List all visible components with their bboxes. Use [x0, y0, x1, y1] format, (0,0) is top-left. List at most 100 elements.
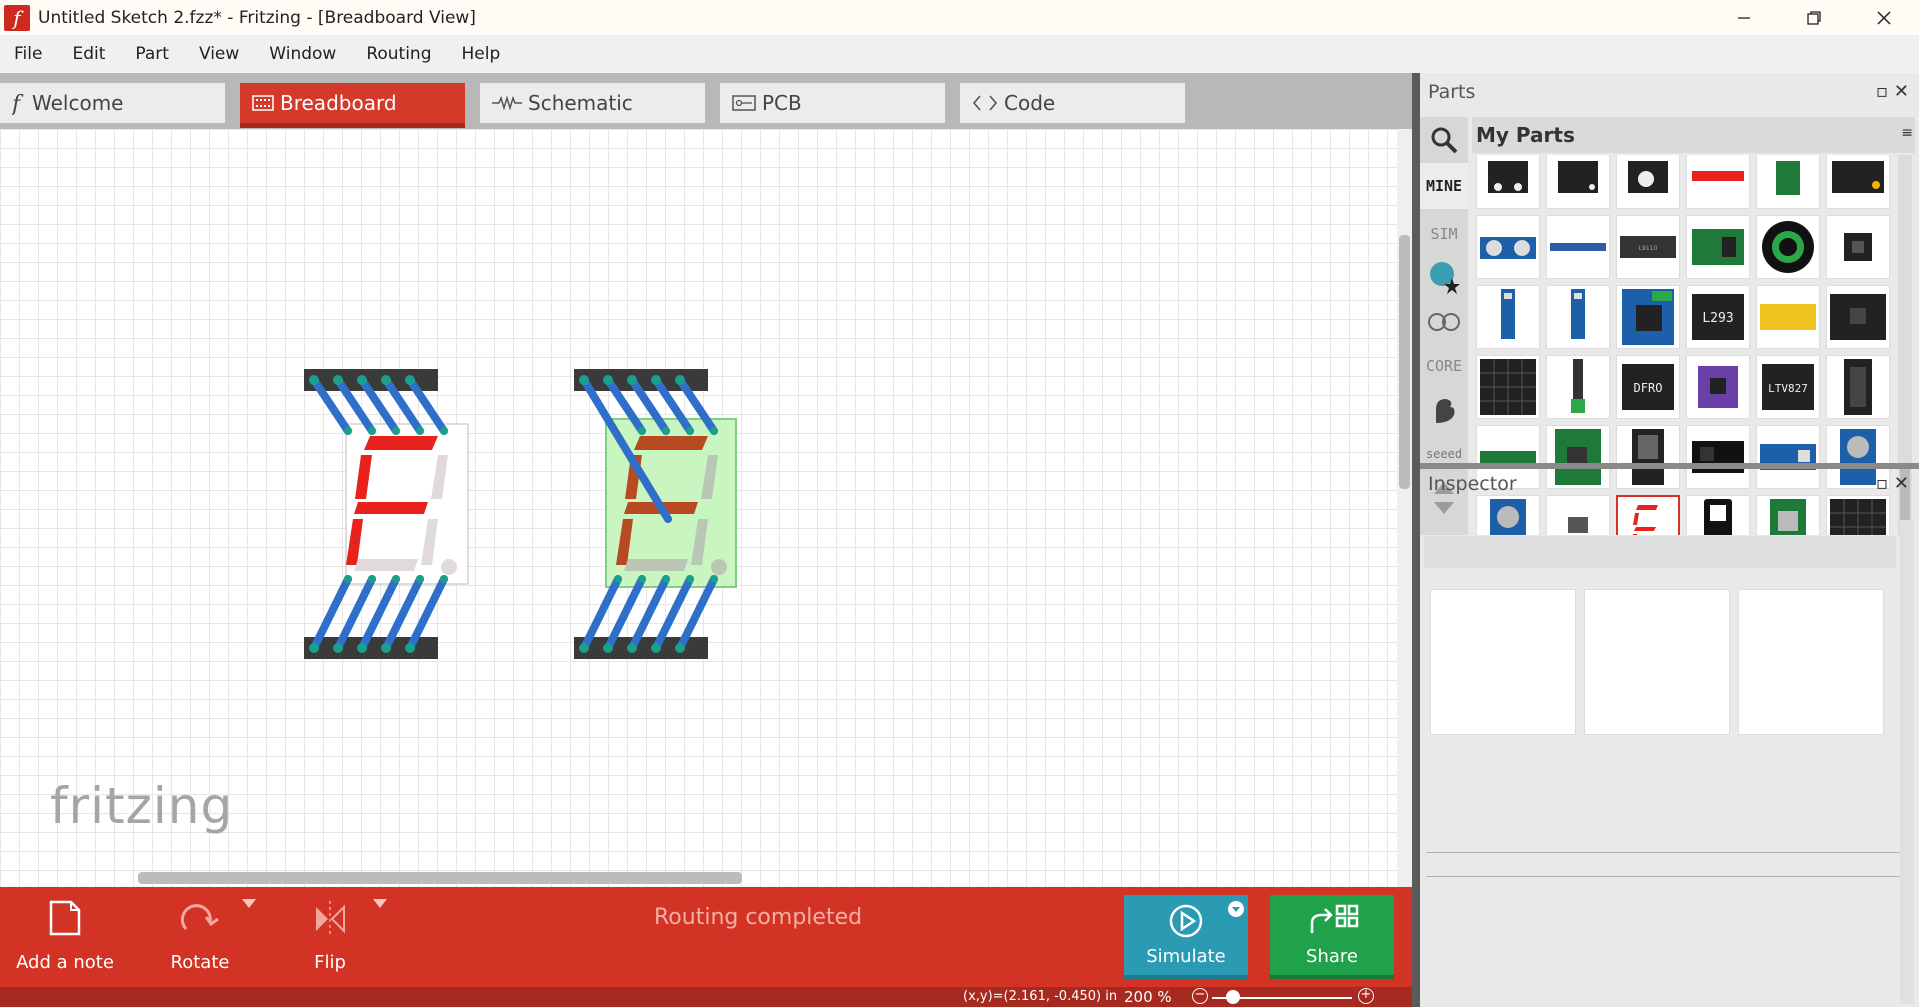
part-tile[interactable]: [1686, 495, 1750, 535]
tab-schematic[interactable]: Schematic: [480, 83, 705, 123]
tab-code[interactable]: Code: [960, 83, 1185, 123]
inspector-divider: [1426, 852, 1904, 853]
menu-help[interactable]: Help: [448, 44, 517, 64]
part-tile[interactable]: [1546, 495, 1610, 535]
part-tile[interactable]: [1476, 155, 1540, 209]
bin-menu-icon[interactable]: ≡: [1901, 125, 1913, 141]
tab-welcome-label: Welcome: [32, 91, 124, 115]
play-circle-icon: [1169, 904, 1203, 938]
bin-tab-mine[interactable]: MINE: [1420, 163, 1468, 209]
tab-breadboard[interactable]: Breadboard: [240, 83, 465, 128]
bin-tab-arduino[interactable]: [1420, 299, 1468, 345]
simulate-label: Simulate: [1146, 946, 1226, 967]
close-icon[interactable]: ✕: [1894, 473, 1909, 494]
part-tile[interactable]: [1616, 155, 1680, 209]
rotate-button[interactable]: Rotate: [150, 887, 250, 987]
svg-text:f: f: [12, 92, 24, 115]
tab-pcb[interactable]: PCB: [720, 83, 945, 123]
breadboard-canvas[interactable]: fritzing: [0, 129, 1397, 887]
part-tile[interactable]: LTV827: [1756, 355, 1820, 419]
tab-welcome[interactable]: f Welcome: [0, 83, 225, 123]
part-tile[interactable]: [1616, 285, 1680, 349]
close-icon[interactable]: ✕: [1894, 81, 1909, 102]
part-tile[interactable]: DFRO: [1616, 355, 1680, 419]
part-tile[interactable]: L9110: [1616, 215, 1680, 279]
seven-segment-display-1[interactable]: [300, 369, 480, 679]
part-tile[interactable]: [1686, 215, 1750, 279]
part-tile[interactable]: [1546, 355, 1610, 419]
part-tile[interactable]: [1826, 215, 1890, 279]
zoom-slider-handle[interactable]: [1226, 990, 1240, 1004]
part-tile[interactable]: [1756, 215, 1820, 279]
float-icon[interactable]: ▫: [1876, 81, 1888, 102]
part-tile[interactable]: [1756, 155, 1820, 209]
part-tile[interactable]: [1616, 425, 1680, 489]
menu-routing[interactable]: Routing: [352, 44, 447, 64]
part-tile[interactable]: [1686, 425, 1750, 489]
share-button[interactable]: Share: [1270, 895, 1394, 979]
bin-scroll-down-icon[interactable]: [1434, 499, 1454, 518]
rotate-icon: [180, 904, 219, 931]
part-tile[interactable]: [1826, 355, 1890, 419]
bin-tab-seeed[interactable]: seeed: [1420, 431, 1468, 477]
part-tile[interactable]: [1686, 155, 1750, 209]
part-tile-seven-segment[interactable]: [1616, 495, 1680, 535]
part-tile[interactable]: [1546, 155, 1610, 209]
part-tile[interactable]: [1756, 495, 1820, 535]
search-tab[interactable]: [1420, 117, 1468, 163]
menu-edit[interactable]: Edit: [58, 44, 121, 64]
close-button[interactable]: [1849, 0, 1919, 35]
hscroll-thumb[interactable]: [138, 872, 742, 884]
canvas-horizontal-scrollbar[interactable]: [0, 868, 1397, 887]
rotate-dropdown-icon[interactable]: [242, 899, 256, 909]
part-tile[interactable]: [1546, 425, 1610, 489]
simulate-button[interactable]: Simulate: [1124, 895, 1248, 979]
seven-segment-display-2[interactable]: [570, 369, 750, 679]
flip-dropdown-icon[interactable]: [373, 899, 387, 909]
vscroll-thumb[interactable]: [1399, 235, 1410, 489]
add-note-button[interactable]: Add a note: [10, 887, 120, 987]
part-tile[interactable]: [1756, 425, 1820, 489]
part-tile[interactable]: [1476, 355, 1540, 419]
zoom-in-icon[interactable]: +: [1358, 988, 1374, 1004]
part-tile[interactable]: [1826, 155, 1890, 209]
part-tile[interactable]: [1476, 495, 1540, 535]
routing-status-message: Routing completed: [654, 905, 863, 930]
menu-part[interactable]: Part: [121, 44, 185, 64]
bin-tab-sparkfun[interactable]: [1420, 387, 1468, 433]
restore-icon: [1807, 10, 1821, 25]
simulate-dropdown-icon[interactable]: [1228, 901, 1244, 917]
menu-window[interactable]: Window: [255, 44, 352, 64]
zoom-level: 200 %: [1124, 988, 1172, 1006]
status-bar: (x,y)=(2.161, -0.450) in 200 % − +: [0, 987, 1412, 1007]
bin-tab-sim[interactable]: SIM: [1420, 211, 1468, 257]
zoom-out-icon[interactable]: −: [1192, 988, 1208, 1004]
float-icon[interactable]: ▫: [1876, 473, 1888, 494]
part-tile[interactable]: [1546, 215, 1610, 279]
part-tile[interactable]: [1476, 215, 1540, 279]
panel-divider[interactable]: [1412, 73, 1420, 1007]
part-tile[interactable]: [1546, 285, 1610, 349]
minimize-button[interactable]: [1709, 0, 1779, 35]
inspector-panel-controls: ▫ ✕: [1876, 473, 1909, 494]
share-label: Share: [1306, 946, 1358, 967]
part-tile[interactable]: [1476, 285, 1540, 349]
menu-file[interactable]: File: [0, 44, 58, 64]
part-tile[interactable]: [1686, 355, 1750, 419]
canvas-vertical-scrollbar[interactable]: [1397, 129, 1412, 887]
bin-tab-adafruit[interactable]: [1420, 255, 1468, 301]
inspector-title-field[interactable]: [1424, 536, 1896, 568]
resistor-icon: [492, 96, 522, 110]
panel-splitter[interactable]: [1420, 463, 1919, 469]
part-tile[interactable]: [1826, 495, 1890, 535]
part-tile[interactable]: [1756, 285, 1820, 349]
part-tile[interactable]: [1826, 285, 1890, 349]
inspector-scrollbar[interactable]: [1900, 520, 1914, 1004]
part-tile[interactable]: L293: [1686, 285, 1750, 349]
menu-view[interactable]: View: [185, 44, 255, 64]
restore-button[interactable]: [1779, 0, 1849, 35]
flip-button[interactable]: Flip: [280, 887, 380, 987]
bin-tab-core[interactable]: CORE: [1420, 343, 1468, 389]
flip-icon: [316, 901, 345, 935]
fritzing-watermark: fritzing: [50, 777, 234, 835]
